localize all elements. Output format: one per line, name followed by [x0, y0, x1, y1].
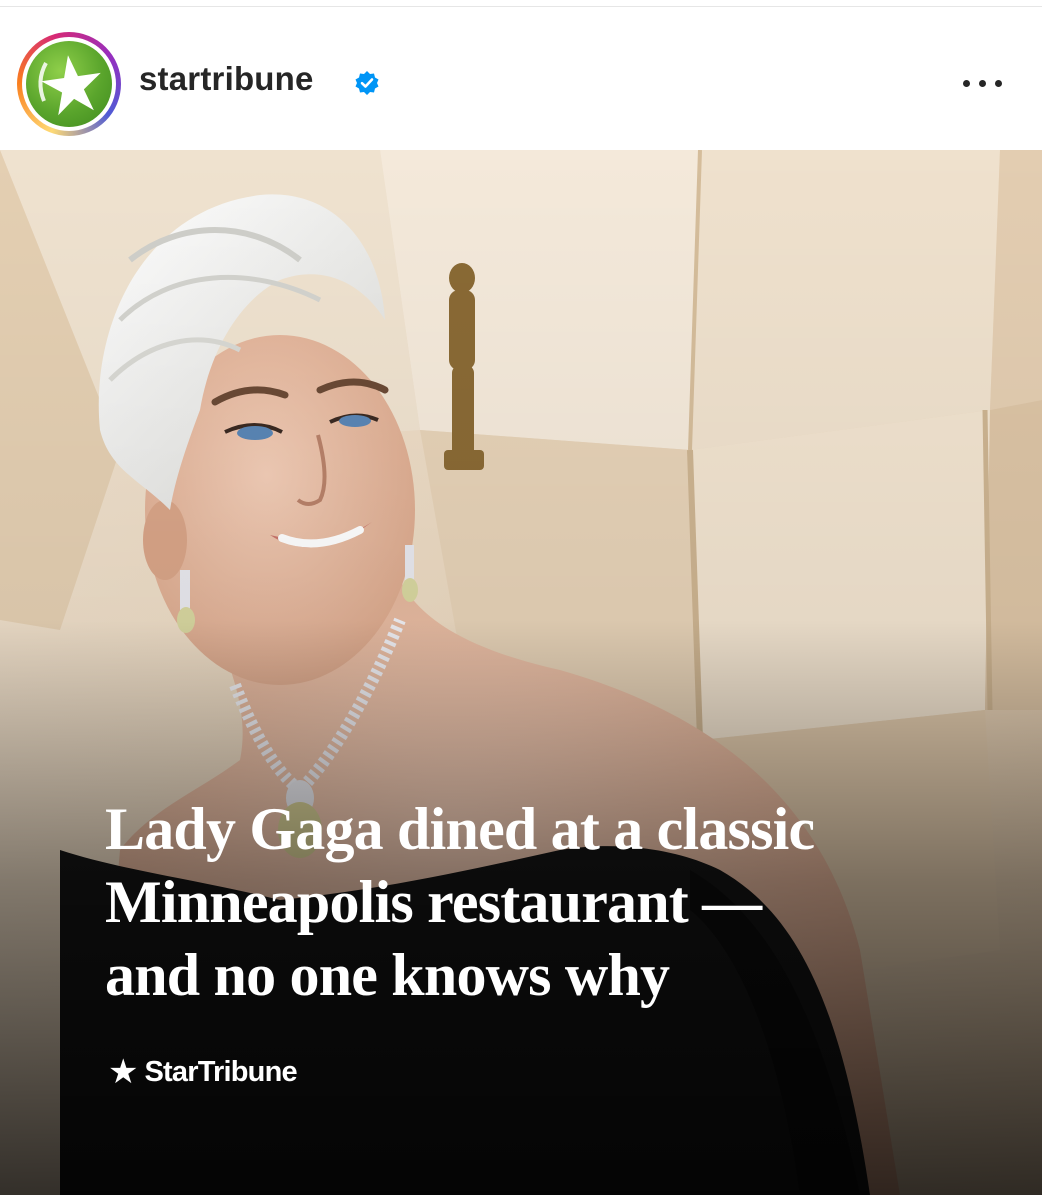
- brand-name: StarTribune: [144, 1055, 297, 1088]
- verified-badge-icon: [355, 71, 379, 95]
- headline-line-1: Lady Gaga dined at a classic: [105, 796, 815, 862]
- startribune-brand: ★ StarTribune: [108, 1052, 298, 1092]
- headline: Lady Gaga dined at a classic Minneapolis…: [105, 793, 945, 1012]
- post-image[interactable]: Lady Gaga dined at a classic Minneapolis…: [0, 150, 1042, 1195]
- headline-line-3: and no one knows why: [105, 942, 670, 1008]
- avatar[interactable]: [26, 41, 112, 127]
- star-icon: ★: [108, 1052, 139, 1092]
- bottom-border: [0, 1195, 1042, 1200]
- username[interactable]: startribune: [139, 60, 314, 98]
- top-divider: [0, 0, 1042, 7]
- headline-line-2: Minneapolis restaurant —: [105, 869, 762, 935]
- story-ring[interactable]: [17, 32, 121, 136]
- more-options-icon[interactable]: [958, 70, 1008, 96]
- lady-gaga-photo: [0, 150, 1042, 1195]
- post-header: startribune: [0, 7, 1042, 150]
- star-logo-icon: [38, 55, 101, 116]
